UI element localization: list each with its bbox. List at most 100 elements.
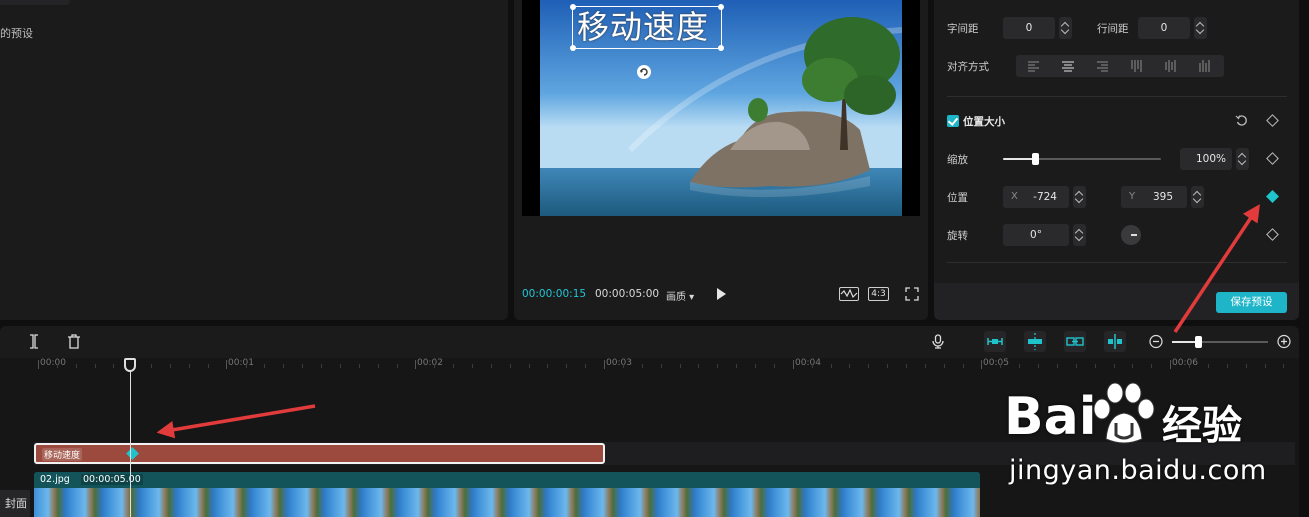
ruler-minor-tick <box>1245 364 1247 368</box>
text-overlay-box[interactable]: 移动速度 <box>570 4 724 51</box>
ruler-minor-tick <box>887 364 889 368</box>
quality-dropdown[interactable]: 画质 ▾ <box>666 288 694 303</box>
playhead-line <box>130 358 131 517</box>
align-left-icon[interactable] <box>1028 60 1040 72</box>
ruler-minor-tick <box>283 364 285 368</box>
fullscreen-icon[interactable] <box>905 287 919 301</box>
ruler-minor-tick <box>660 364 662 368</box>
play-icon[interactable] <box>715 287 727 301</box>
char-spacing-value: 0 <box>1025 22 1033 34</box>
preview-axis-icon[interactable] <box>1104 331 1126 352</box>
playhead-handle[interactable] <box>124 358 136 372</box>
keyframe-diamond-icon[interactable] <box>1266 114 1279 127</box>
watermark-url: jingyan.baidu.com <box>1009 455 1267 486</box>
zoom-out-icon[interactable] <box>1149 334 1163 349</box>
position-size-checkbox[interactable] <box>947 115 959 127</box>
x-axis-label: X <box>1011 191 1018 202</box>
scale-stepper[interactable] <box>1236 148 1249 170</box>
ruler-minor-tick <box>736 364 738 368</box>
position-x-input[interactable]: X -724 <box>1003 186 1069 208</box>
position-size-header: 位置大小 <box>947 110 1287 132</box>
left-panel-tab[interactable] <box>0 0 70 5</box>
rotation-label: 旋转 <box>947 230 968 242</box>
ruler-minor-tick <box>207 364 209 368</box>
char-spacing-label: 字间距 <box>947 23 979 35</box>
ruler-label: 00:02 <box>415 358 443 369</box>
ruler-label: 00:04 <box>793 358 821 369</box>
resize-handle-br[interactable] <box>718 45 724 51</box>
delete-icon[interactable] <box>67 334 81 349</box>
spacing-row: 字间距 0 行间距 0 <box>947 17 1287 39</box>
ruler-minor-tick <box>830 364 832 368</box>
rotation-keyframe-icon[interactable] <box>1266 228 1279 241</box>
position-x-value: -724 <box>1033 191 1057 203</box>
rotation-row: 旋转 0° <box>947 224 1287 246</box>
cover-button[interactable]: 封面 <box>0 490 30 517</box>
vertical-align-center-icon[interactable] <box>1164 60 1176 72</box>
video-clip[interactable]: 02.jpg 00:00:05.00 <box>34 472 980 517</box>
ruler-minor-tick <box>679 364 681 368</box>
vertical-align-top-icon[interactable] <box>1130 60 1142 72</box>
ruler-minor-tick <box>773 364 775 368</box>
rotation-knob[interactable] <box>1121 225 1141 245</box>
ruler-minor-tick <box>1056 364 1058 368</box>
ruler-minor-tick <box>585 364 587 368</box>
position-x-stepper[interactable] <box>1073 186 1086 208</box>
ruler-minor-tick <box>113 364 115 368</box>
properties-footer: 保存预设 <box>934 283 1299 320</box>
ruler-minor-tick <box>1113 364 1115 368</box>
watermark-suffix: 经验 <box>1162 403 1242 449</box>
scale-input[interactable]: 100% <box>1180 148 1232 170</box>
clip-keyframe-icon[interactable] <box>126 447 139 460</box>
zoom-slider-thumb[interactable] <box>1195 336 1202 348</box>
ruler-minor-tick <box>396 364 398 368</box>
ruler-minor-tick <box>1000 364 1002 368</box>
line-spacing-input[interactable]: 0 <box>1138 17 1190 39</box>
link-icon[interactable] <box>1064 331 1086 352</box>
position-size-title: 位置大小 <box>963 116 1005 128</box>
preset-text: 的预设 <box>0 27 33 40</box>
rotation-stepper[interactable] <box>1073 224 1086 246</box>
line-spacing-value: 0 <box>1160 22 1168 34</box>
vertical-align-bottom-icon[interactable] <box>1198 60 1210 72</box>
position-keyframe-icon[interactable] <box>1266 190 1279 203</box>
scale-keyframe-icon[interactable] <box>1266 152 1279 165</box>
left-panel: 的预设 <box>0 0 508 320</box>
reset-icon[interactable] <box>1235 114 1248 127</box>
text-clip-name: 移动速度 <box>42 448 83 461</box>
position-y-input[interactable]: Y 395 <box>1121 186 1187 208</box>
ruler-minor-tick <box>1094 364 1096 368</box>
save-preset-button[interactable]: 保存预设 <box>1216 292 1287 313</box>
ruler-minor-tick <box>490 364 492 368</box>
text-clip[interactable]: 移动速度 <box>34 443 605 464</box>
resize-handle-bl[interactable] <box>570 45 576 51</box>
ruler-minor-tick <box>1207 364 1209 368</box>
zoom-in-icon[interactable] <box>1277 334 1291 349</box>
aspect-ratio-button[interactable]: 4:3 <box>868 287 889 301</box>
ruler-minor-tick <box>1038 364 1040 368</box>
position-y-stepper[interactable] <box>1191 186 1204 208</box>
resize-handle-tr[interactable] <box>718 4 724 10</box>
video-preview[interactable]: 移动速度 <box>522 0 920 216</box>
align-right-icon[interactable] <box>1096 60 1108 72</box>
waveform-icon[interactable] <box>839 287 859 301</box>
ruler-minor-tick <box>622 364 624 368</box>
align-center-icon[interactable] <box>1062 60 1074 72</box>
ruler-minor-tick <box>377 364 379 368</box>
microphone-icon[interactable] <box>931 334 945 349</box>
auto-snap-icon[interactable] <box>1024 331 1046 352</box>
snap-left-icon[interactable] <box>984 331 1006 352</box>
char-spacing-input[interactable]: 0 <box>1003 17 1055 39</box>
ruler-minor-tick <box>472 364 473 368</box>
line-spacing-stepper[interactable] <box>1194 17 1207 39</box>
resize-handle-tl[interactable] <box>570 4 576 10</box>
char-spacing-stepper[interactable] <box>1059 17 1072 39</box>
ruler-minor-tick <box>566 364 568 368</box>
rotation-input[interactable]: 0° <box>1003 224 1069 246</box>
ruler-minor-tick <box>849 364 851 368</box>
ruler-minor-tick <box>528 364 530 368</box>
split-icon[interactable] <box>27 334 41 349</box>
position-row: 位置 X -724 Y 395 <box>947 186 1287 208</box>
rotate-handle-icon[interactable] <box>637 65 651 79</box>
scale-slider-thumb[interactable] <box>1031 153 1039 165</box>
